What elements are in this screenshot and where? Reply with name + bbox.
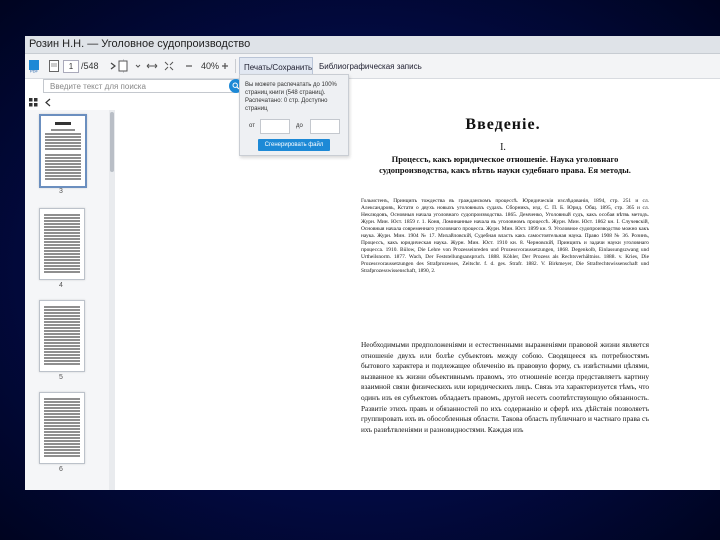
to-label: до <box>296 123 303 129</box>
thumbnail-panel: 3 4 5 6 <box>25 110 110 490</box>
thumbnail-label: 3 <box>59 188 63 195</box>
title-bar: Розин Н.Н. — Уголовное судопроизводство <box>25 36 720 54</box>
fit-width-icon[interactable] <box>145 57 159 75</box>
thumbnail-label: 4 <box>59 282 63 289</box>
thumbnail-page[interactable] <box>39 392 85 464</box>
thumbnail-page[interactable] <box>39 208 85 280</box>
single-page-view-icon[interactable] <box>115 57 133 75</box>
references-text: Гольмстенъ, Принципъ тождества въ гражда… <box>361 198 649 274</box>
page-heading: Введеніе. <box>465 116 541 133</box>
print-panel-message: Вы можете распечатать до 100% страниц кн… <box>245 82 337 112</box>
tab-print-save-label: Печать/Сохранить <box>244 62 313 72</box>
toolbar: PDF 1 /548 40% Печать/Сохранить Библиогр… <box>25 54 720 79</box>
zoom-out-icon[interactable] <box>183 57 195 75</box>
app-window: Розин Н.Н. — Уголовное судопроизводство … <box>25 36 720 490</box>
svg-text:PDF: PDF <box>30 69 39 74</box>
generate-file-button[interactable]: Сгенерировать файл <box>258 139 330 151</box>
thumbnail-page[interactable] <box>39 114 87 188</box>
page-number-input[interactable]: 1 <box>63 59 79 73</box>
search-row: Введите текст для поиска <box>25 79 265 97</box>
page-total: /548 <box>81 61 99 71</box>
search-input[interactable]: Введите текст для поиска <box>43 79 235 93</box>
view-mode-row <box>29 98 52 110</box>
thumbnail-label: 5 <box>59 374 63 381</box>
page-to-input[interactable] <box>310 119 340 134</box>
fit-page-icon[interactable] <box>162 57 176 75</box>
book-title: Розин Н.Н. — Уголовное судопроизводство <box>29 38 251 50</box>
section-numeral: I. <box>500 142 506 153</box>
toolbar-divider <box>235 59 236 73</box>
zoom-level[interactable]: 40% <box>199 57 221 75</box>
body-text: Необходимыми предположеніями и естествен… <box>361 340 649 434</box>
chevron-down-icon[interactable] <box>133 57 143 75</box>
thumbnail-label: 6 <box>59 466 63 473</box>
page-number-field[interactable]: 1 /548 <box>63 57 99 75</box>
from-label: от <box>249 123 255 129</box>
grid-view-icon[interactable] <box>29 98 38 107</box>
tab-bibliographic-record[interactable]: Библиографическая запись <box>315 57 422 75</box>
document-page: Введеніе. I. Процессъ, какъ юридическое … <box>353 98 653 490</box>
thumbnail-page[interactable] <box>39 300 85 372</box>
tab-bibliographic-record-label: Библиографическая запись <box>319 61 422 71</box>
page-icon[interactable] <box>47 57 61 75</box>
print-panel: Вы можете распечатать до 100% страниц кн… <box>239 74 349 156</box>
save-icon[interactable]: PDF <box>27 57 41 75</box>
section-subtitle: Процессъ, какъ юридическое отношеніе. На… <box>379 154 631 175</box>
collapse-panel-icon[interactable] <box>44 98 52 107</box>
zoom-in-icon[interactable] <box>219 57 231 75</box>
scrollbar-thumb[interactable] <box>110 112 114 172</box>
page-from-input[interactable] <box>260 119 290 134</box>
thumbnail-scrollbar[interactable] <box>109 110 115 490</box>
